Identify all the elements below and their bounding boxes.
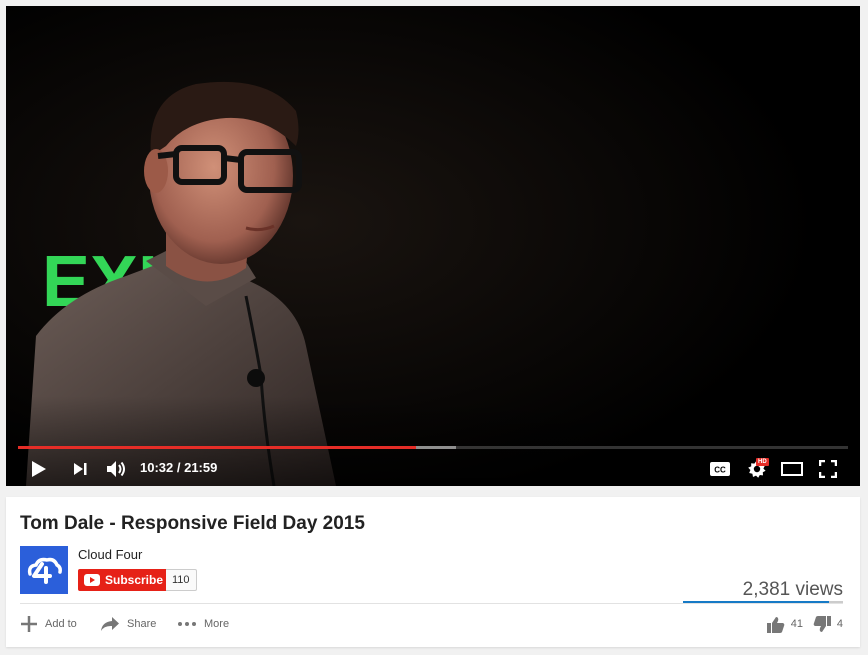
add-to-button[interactable]: Add to bbox=[20, 613, 77, 635]
more-icon bbox=[178, 622, 196, 626]
share-label: Share bbox=[127, 618, 157, 630]
subscribe-button[interactable]: Subscribe bbox=[78, 569, 166, 591]
thumbs-up-icon bbox=[766, 616, 785, 633]
channel-name[interactable]: Cloud Four bbox=[78, 547, 142, 562]
subscribe-label: Subscribe bbox=[105, 573, 164, 587]
youtube-play-icon bbox=[84, 574, 100, 586]
next-icon bbox=[74, 463, 87, 475]
time-display: 10:32 / 21:59 bbox=[140, 460, 218, 475]
share-icon bbox=[101, 617, 119, 631]
subscriber-count: 110 bbox=[166, 569, 197, 591]
dislike-button[interactable]: 4 bbox=[813, 613, 843, 635]
share-button[interactable]: Share bbox=[100, 613, 156, 635]
view-count: 2,381 views bbox=[742, 579, 843, 600]
cloud-four-logo-icon bbox=[27, 557, 62, 584]
duration: 21:59 bbox=[184, 460, 218, 475]
video-title: Tom Dale - Responsive Field Day 2015 bbox=[20, 513, 365, 534]
more-button[interactable]: More bbox=[177, 613, 229, 635]
add-to-label: Add to bbox=[45, 618, 77, 630]
channel-avatar[interactable] bbox=[20, 546, 68, 594]
captions-icon: CC bbox=[710, 462, 730, 476]
theater-mode-icon bbox=[781, 462, 803, 476]
video-info-card: Tom Dale - Responsive Field Day 2015 Clo… bbox=[6, 497, 860, 647]
captions-label: CC bbox=[714, 466, 726, 475]
video-player[interactable]: EXIT bbox=[6, 6, 860, 486]
more-label: More bbox=[204, 618, 230, 630]
play-button[interactable] bbox=[28, 456, 50, 482]
theater-mode-button[interactable] bbox=[780, 456, 804, 482]
like-button[interactable]: 41 bbox=[766, 613, 803, 635]
progress-played bbox=[18, 446, 417, 449]
plus-icon bbox=[21, 616, 37, 632]
divider bbox=[20, 603, 843, 604]
like-count: 41 bbox=[790, 618, 803, 630]
thumbs-down-icon bbox=[813, 615, 831, 632]
current-time: 10:32 bbox=[140, 460, 174, 475]
captions-button[interactable]: CC bbox=[708, 456, 732, 482]
volume-button[interactable] bbox=[104, 456, 130, 482]
fullscreen-button[interactable] bbox=[816, 456, 840, 482]
settings-button[interactable]: HD bbox=[744, 456, 770, 482]
player-controls: 10:32 / 21:59 CC HD bbox=[6, 456, 860, 482]
progress-bar[interactable] bbox=[18, 446, 848, 449]
next-button[interactable] bbox=[69, 456, 91, 482]
volume-icon bbox=[107, 461, 125, 477]
fullscreen-icon bbox=[819, 460, 837, 478]
play-icon bbox=[32, 461, 46, 477]
dislike-count: 4 bbox=[836, 618, 843, 630]
hd-badge: HD bbox=[756, 458, 769, 466]
